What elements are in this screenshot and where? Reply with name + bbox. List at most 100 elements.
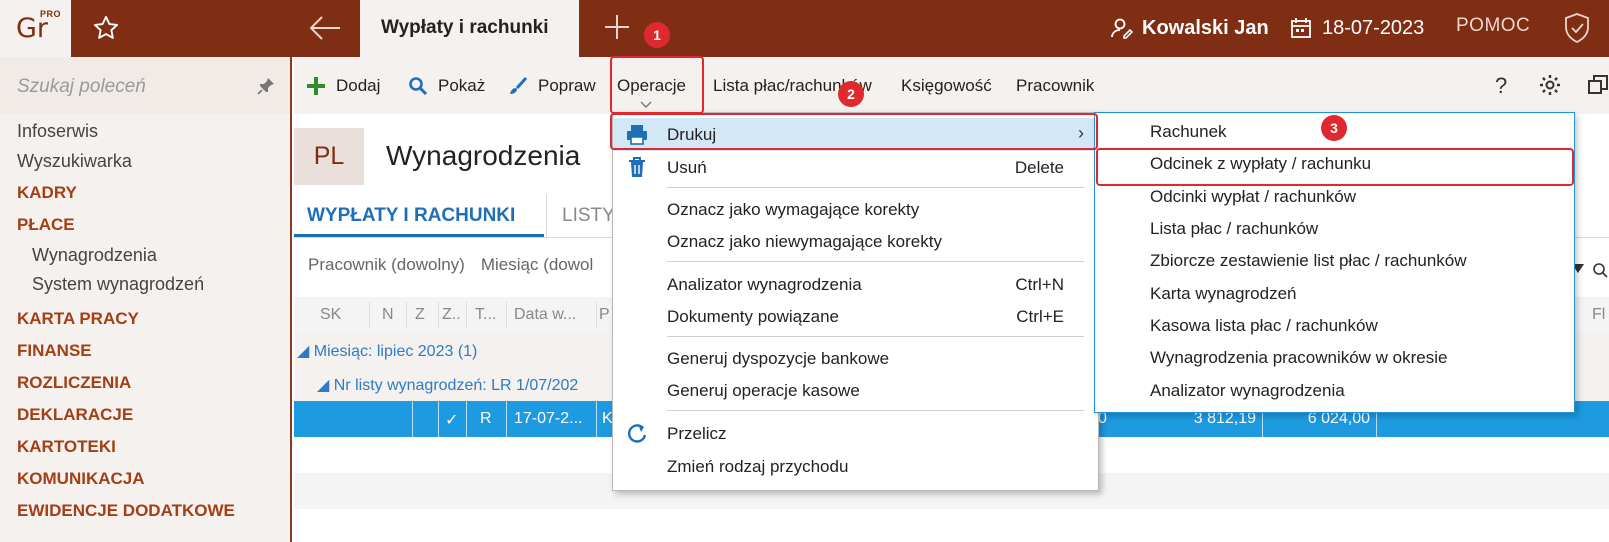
menu-item-przelicz[interactable]: Przelicz — [613, 417, 1098, 450]
gear-icon[interactable] — [1538, 73, 1562, 97]
menu-shortcut-dokumenty: Ctrl+E — [1016, 307, 1064, 326]
sidebar-item-wynagrodzenia[interactable]: Wynagrodzenia — [32, 245, 157, 266]
sidebar-item-finanse[interactable]: FINANSE — [17, 341, 92, 361]
accounting-menu-button[interactable]: Księgowość — [901, 57, 992, 114]
star-icon[interactable] — [92, 14, 120, 42]
sidebar-item-wyszukiwarka[interactable]: Wyszukiwarka — [17, 151, 132, 172]
module-badge: PL — [294, 128, 364, 185]
tab-wyplaty-i-rachunki-view[interactable]: WYPŁATY I RACHUNKI — [307, 205, 515, 227]
filter-search-icon[interactable] — [1592, 262, 1608, 278]
menu-label-dokumenty: Dokumenty powiązane — [667, 307, 839, 326]
accounting-label: Księgowość — [901, 75, 992, 95]
submenu-item-wynagrodzenia-okres[interactable]: Wynagrodzenia pracowników w okresie — [1150, 348, 1447, 368]
tab-wyplaty-i-rachunki[interactable]: Wypłaty i rachunki — [360, 0, 579, 57]
trash-icon — [629, 157, 645, 177]
cell-divider — [412, 401, 413, 437]
sidebar-item-kartoteki[interactable]: KARTOTEKI — [17, 437, 116, 457]
show-button[interactable]: Pokaż — [408, 57, 485, 114]
operations-dropdown-menu: Drukuj › Usuń Delete Oznacz jako wymagaj… — [612, 112, 1099, 491]
sidebar: Szukaj poleceń Infoserwis Wyszukiwarka K… — [0, 57, 292, 542]
column-header-z[interactable]: Z — [415, 306, 425, 324]
menu-item-generuj-dyspozycje[interactable]: Generuj dyspozycje bankowe — [613, 342, 1098, 375]
employee-menu-button[interactable]: Pracownik — [1016, 57, 1094, 114]
cell-divider — [596, 401, 597, 437]
add-button[interactable]: Dodaj — [306, 57, 380, 114]
menu-item-dokumenty[interactable]: Dokumenty powiązane Ctrl+E — [613, 300, 1098, 333]
pin-icon[interactable] — [256, 76, 276, 96]
menu-label-generuj-operacje: Generuj operacje kasowe — [667, 381, 860, 400]
annotation-box-drukuj — [610, 113, 1098, 150]
sidebar-item-karta-pracy[interactable]: KARTA PRACY — [17, 309, 139, 329]
submenu-item-kasowa[interactable]: Kasowa lista płac / rachunków — [1150, 316, 1378, 336]
annotation-step-1: 1 — [644, 22, 670, 48]
submenu-item-odcinki[interactable]: Odcinki wypłat / rachunków — [1150, 187, 1356, 207]
shield-icon[interactable] — [1562, 12, 1592, 44]
menu-label-zmien-rodzaj: Zmień rodzaj przychodu — [667, 457, 849, 476]
new-tab-plus-icon[interactable] — [604, 14, 630, 40]
app-logo[interactable]: Gr PRO — [0, 0, 71, 57]
menu-item-generuj-operacje[interactable]: Generuj operacje kasowe — [613, 374, 1098, 407]
sidebar-item-komunikacja[interactable]: KOMUNIKACJA — [17, 469, 145, 489]
sidebar-item-place[interactable]: PŁACE — [17, 215, 75, 235]
menu-label-analizator: Analizator wynagrodzenia — [667, 275, 862, 294]
search-placeholder[interactable]: Szukaj poleceń — [17, 76, 146, 98]
employee-label: Pracownik — [1016, 75, 1095, 95]
add-label: Dodaj — [336, 75, 381, 95]
column-divider — [596, 302, 597, 328]
tab-divider — [546, 194, 547, 238]
edit-label: Popraw — [538, 75, 596, 95]
submenu-item-analizator[interactable]: Analizator wynagrodzenia — [1150, 381, 1345, 401]
column-divider — [406, 302, 407, 328]
menu-label-usun: Usuń — [667, 158, 707, 177]
annotation-box-operacje — [610, 56, 704, 114]
menu-item-zmien-rodzaj[interactable]: Zmień rodzaj przychodu — [613, 450, 1098, 483]
submenu-item-karta[interactable]: Karta wynagrodzeń — [1150, 284, 1296, 304]
command-search[interactable]: Szukaj poleceń — [0, 57, 290, 114]
column-divider — [369, 302, 370, 328]
menu-item-oznacz-niewymagajace[interactable]: Oznacz jako niewymagające korekty — [613, 225, 1098, 258]
user-edit-icon — [1111, 18, 1134, 39]
edit-button[interactable]: Popraw — [508, 57, 596, 114]
menu-separator — [667, 261, 1084, 262]
toolbar: Dodaj Pokaż Popraw Operacje Lista płac/r… — [294, 57, 1609, 114]
menu-item-analizator[interactable]: Analizator wynagrodzenia Ctrl+N — [613, 268, 1098, 301]
filter-employee[interactable]: Pracownik (dowolny) — [308, 255, 465, 274]
brush-icon — [510, 76, 528, 94]
sidebar-item-kadry[interactable]: KADRY — [17, 183, 77, 203]
sidebar-item-infoserwis[interactable]: Infoserwis — [17, 121, 98, 142]
column-header-date[interactable]: Data w... — [514, 306, 576, 324]
help-icon[interactable]: ? — [1495, 57, 1507, 114]
column-header-t[interactable]: T... — [475, 306, 496, 324]
sidebar-item-rozliczenia[interactable]: ROZLICZENIA — [17, 373, 131, 393]
submenu-item-zbiorcze[interactable]: Zbiorcze zestawienie list płac / rachunk… — [1150, 251, 1467, 271]
sidebar-item-ewidencje-dodatkowe[interactable]: EWIDENCJE DODATKOWE — [17, 501, 235, 521]
submenu-item-rachunek[interactable]: Rachunek — [1150, 122, 1227, 142]
cell-date: 17-07-2... — [514, 410, 583, 427]
user-menu[interactable]: Kowalski Jan — [1110, 14, 1269, 42]
tab-listy[interactable]: LISTY — [562, 205, 615, 227]
menu-item-oznacz-wymagajace[interactable]: Oznacz jako wymagające korekty — [613, 193, 1098, 226]
date-value: 18-07-2023 — [1322, 16, 1425, 39]
menu-separator — [667, 187, 1084, 188]
menu-item-usun[interactable]: Usuń Delete — [613, 151, 1098, 184]
submenu-item-lista-plac[interactable]: Lista płac / rachunków — [1150, 219, 1318, 239]
back-arrow-icon[interactable] — [308, 14, 342, 42]
column-header-z2[interactable]: Z.. — [442, 306, 461, 324]
cell-check: ✓ — [445, 412, 459, 429]
column-header-fl[interactable]: Fl — [1592, 306, 1605, 324]
user-name: Kowalski Jan — [1142, 16, 1269, 39]
page-title: Wynagrodzenia — [386, 140, 581, 171]
sidebar-item-system-wynagrodzen[interactable]: System wynagrodzeń — [32, 274, 204, 295]
filter-month[interactable]: Miesiąc (dowol — [481, 255, 593, 274]
table-row-empty — [294, 509, 1609, 542]
window-restore-icon[interactable] — [1586, 73, 1609, 97]
menu-label-generuj-dyspozycje: Generuj dyspozycje bankowe — [667, 349, 890, 368]
column-header-n[interactable]: N — [382, 306, 394, 324]
cell-type: R — [480, 410, 492, 427]
date-display[interactable]: 18-07-2023 — [1290, 14, 1424, 42]
active-tab-label: Wypłaty i rachunki — [381, 17, 549, 38]
help-link[interactable]: POMOC — [1456, 15, 1530, 37]
column-header-sk[interactable]: SK — [320, 306, 341, 324]
column-header-p[interactable]: P — [599, 306, 610, 324]
sidebar-item-deklaracje[interactable]: DEKLARACJE — [17, 405, 133, 425]
